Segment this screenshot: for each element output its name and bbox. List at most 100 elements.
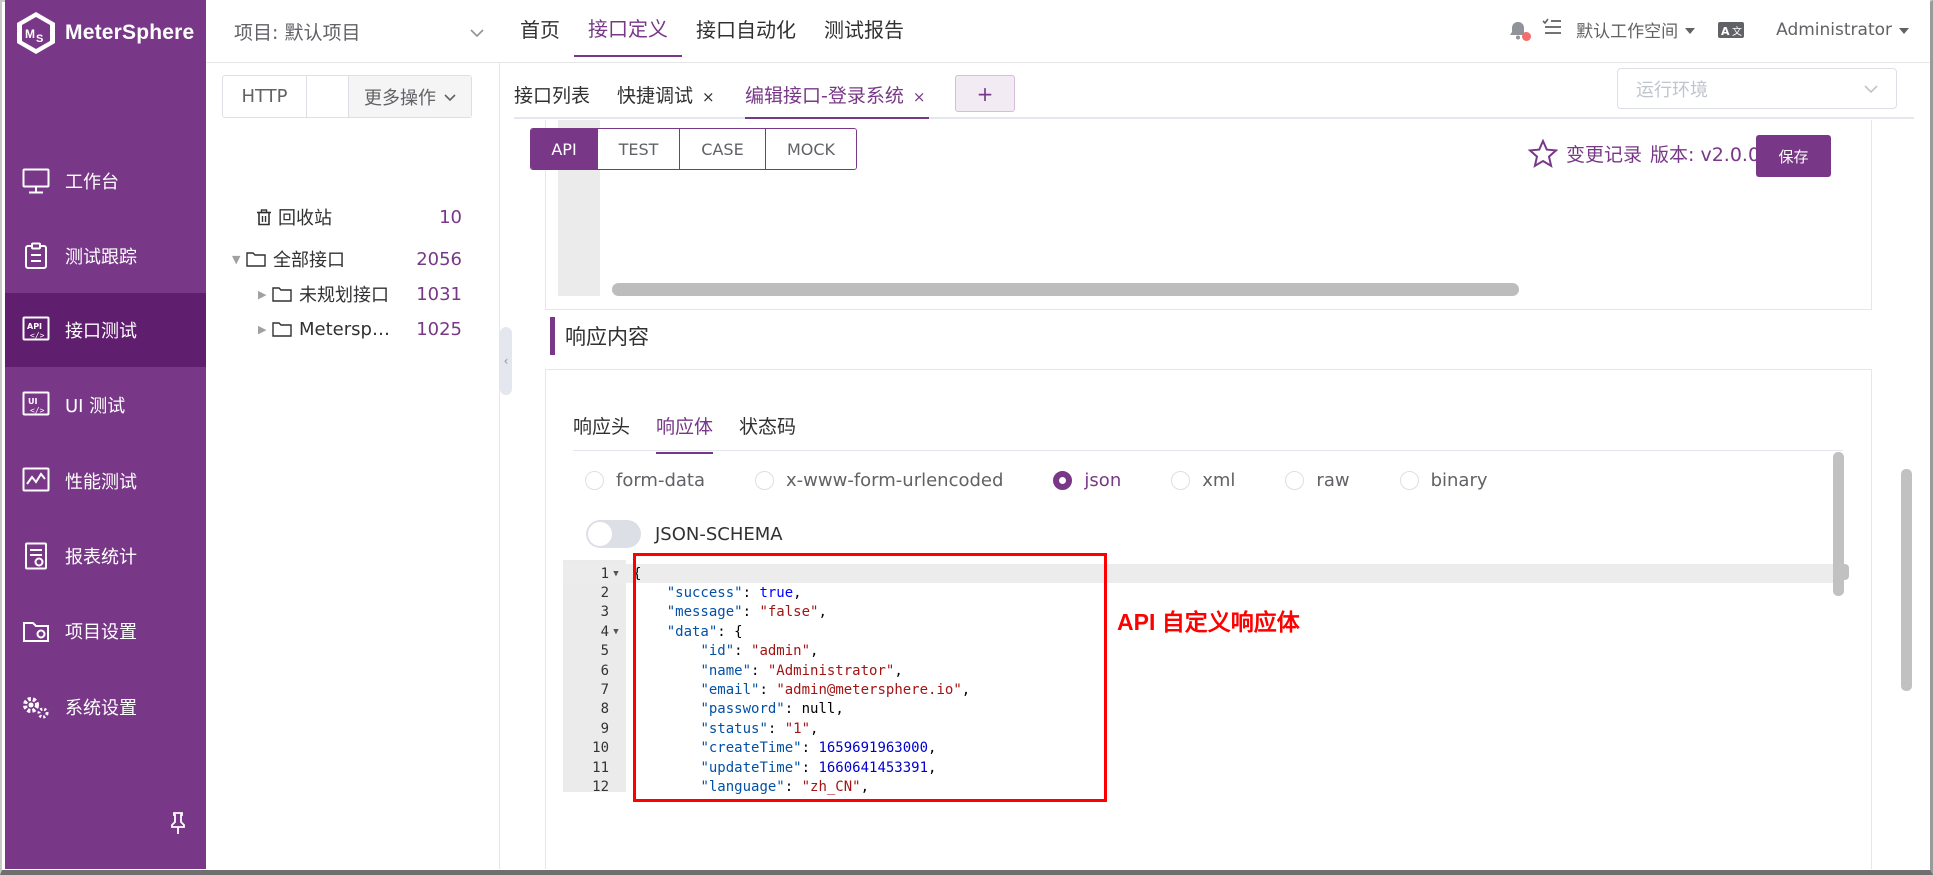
pin-icon[interactable]	[166, 808, 190, 838]
horizontal-scrollbar[interactable]	[612, 283, 1519, 296]
caret-right-icon[interactable]: ▶	[258, 323, 272, 336]
caret-right-icon[interactable]: ▶	[258, 288, 272, 301]
close-icon[interactable]: ×	[702, 88, 715, 106]
json-schema-switch[interactable]	[586, 520, 641, 548]
more-operations-button[interactable]: 更多操作	[349, 76, 471, 117]
tree-node-metersphere[interactable]: ▶ Metersp… 1025	[206, 312, 500, 346]
tab-status-code[interactable]: 状态码	[739, 412, 796, 454]
fold-toggle-icon[interactable]: ▼	[609, 569, 623, 579]
mode-api[interactable]: API	[531, 129, 598, 169]
mode-case[interactable]: CASE	[680, 129, 766, 169]
caret-down-icon	[1898, 20, 1910, 40]
tree-node-trash[interactable]: 回收站 10	[206, 200, 500, 234]
environment-select-placeholder: 运行环境	[1636, 79, 1708, 101]
app-name: MeterSphere	[65, 21, 195, 44]
change-log-link[interactable]: 变更记录	[1566, 140, 1642, 167]
project-select-value: 项目: 默认项目	[234, 22, 361, 44]
chevron-down-icon	[470, 21, 484, 43]
section-title-text: 响应内容	[565, 325, 649, 349]
caret-down-icon[interactable]: ▼	[232, 253, 246, 266]
line-number: 9	[600, 720, 609, 737]
sidebar-item-label: 接口测试	[65, 321, 137, 342]
nav-api-definition[interactable]: 接口定义	[574, 0, 682, 57]
api-tree-panel: HTTP 更多操作 回收站 10 ▼ 全部接口 2056 ▶ 未规划接口 103…	[206, 63, 500, 869]
notification-bell-icon[interactable]	[1508, 20, 1532, 41]
metersphere-logo-icon: M S	[17, 12, 55, 54]
tree-node-label: Metersp…	[299, 318, 390, 340]
sidebar-item-label: 性能测试	[65, 472, 137, 493]
response-section-title: 响应内容	[550, 317, 649, 355]
page-vertical-scrollbar[interactable]	[1901, 469, 1912, 691]
sidebar-item-project-settings[interactable]: 项目设置	[5, 594, 206, 668]
radio-binary[interactable]: binary	[1399, 470, 1488, 491]
radio-json[interactable]: json	[1053, 470, 1121, 491]
sidebar-item-workbench[interactable]: 工作台	[5, 144, 206, 218]
workspace-name: 默认工作空间	[1576, 22, 1679, 42]
logo[interactable]: M S MeterSphere	[15, 10, 194, 56]
tabs-divider	[573, 450, 1843, 451]
close-icon[interactable]: ×	[913, 88, 926, 106]
mode-mock[interactable]: MOCK	[766, 129, 856, 169]
tab-api-list[interactable]: 接口列表	[514, 81, 590, 108]
sidebar-item-ui-test[interactable]: UI </> UI 测试	[5, 368, 206, 442]
translate-icon[interactable]: A文	[1718, 21, 1745, 39]
tree-node-label: 未规划接口	[299, 285, 389, 306]
svg-text:API: API	[27, 322, 42, 331]
radio-x-www-form-urlencoded[interactable]: x-www-form-urlencoded	[755, 470, 1003, 491]
sidebar-item-system-settings[interactable]: 系统设置	[5, 670, 206, 744]
monitor-icon	[21, 166, 51, 196]
sidebar-item-reports[interactable]: 报表统计	[5, 519, 206, 593]
radio-raw[interactable]: raw	[1285, 470, 1350, 491]
save-button[interactable]: 保存	[1756, 135, 1831, 177]
workspace-list-icon	[1542, 18, 1562, 41]
nav-test-report[interactable]: 测试报告	[810, 0, 918, 57]
tree-node-unplanned[interactable]: ▶ 未规划接口 1031	[206, 277, 500, 311]
change-log[interactable]: 变更记录 版本: v2.0.0	[1528, 139, 1760, 168]
user-menu[interactable]: Administrator	[1776, 20, 1910, 40]
mode-test[interactable]: TEST	[598, 129, 680, 169]
trash-icon	[256, 208, 272, 226]
radio-form-data[interactable]: form-data	[585, 470, 705, 491]
workspace-select[interactable]: 默认工作空间	[1576, 17, 1696, 42]
version-label[interactable]: 版本: v2.0.0	[1650, 140, 1760, 167]
line-number: 7	[600, 681, 609, 698]
tab-quick-debug[interactable]: 快捷调试 ×	[617, 81, 715, 108]
radio-label: xml	[1202, 470, 1236, 491]
nav-home[interactable]: 首页	[506, 0, 574, 57]
panel-collapse-handle[interactable]: ‹	[500, 327, 512, 395]
line-number: 12	[592, 778, 609, 795]
api-icon: API </>	[21, 315, 51, 345]
response-tabs: 响应头 响应体 状态码	[573, 412, 796, 454]
tab-response-body[interactable]: 响应体	[656, 412, 714, 454]
radio-dot	[1171, 471, 1191, 490]
tree-node-label: 回收站	[278, 208, 332, 229]
line-number: 5	[600, 643, 609, 660]
code-editor-scrollbar[interactable]	[1840, 564, 1849, 580]
svg-text:</>: </>	[30, 406, 45, 415]
nav-api-automation[interactable]: 接口自动化	[682, 0, 810, 57]
tab-edit-login-api[interactable]: 编辑接口-登录系统 ×	[745, 81, 925, 108]
radio-dot	[1399, 471, 1419, 490]
add-tab-button[interactable]: +	[955, 75, 1015, 112]
fold-toggle-icon[interactable]: ▼	[609, 627, 623, 637]
sidebar-item-api-test[interactable]: API </> 接口测试	[5, 293, 206, 367]
sidebar-item-test-tracking[interactable]: 测试跟踪	[5, 219, 206, 293]
protocol-select[interactable]: HTTP	[223, 76, 307, 117]
tree-node-count: 1031	[416, 283, 462, 305]
sidebar-item-label: 报表统计	[65, 547, 137, 568]
environment-select[interactable]: 运行环境	[1617, 68, 1897, 109]
svg-text:S: S	[36, 33, 43, 45]
star-icon[interactable]	[1528, 139, 1558, 168]
tree-node-count: 1025	[416, 318, 462, 340]
radio-label: raw	[1316, 470, 1350, 491]
sidebar: M S MeterSphere 工作台 测试跟踪 API </> 接口测试 UI <…	[5, 0, 206, 869]
tree-node-all-apis[interactable]: ▼ 全部接口 2056	[206, 242, 500, 276]
search-input[interactable]	[307, 76, 349, 117]
radio-xml[interactable]: xml	[1171, 470, 1235, 491]
line-number: 6	[600, 662, 609, 679]
project-select[interactable]: 项目: 默认项目	[234, 18, 484, 45]
sidebar-item-performance-test[interactable]: 性能测试	[5, 444, 206, 518]
report-icon	[21, 541, 51, 571]
mode-switch: API TEST CASE MOCK	[530, 128, 857, 170]
tab-response-headers[interactable]: 响应头	[573, 412, 630, 454]
